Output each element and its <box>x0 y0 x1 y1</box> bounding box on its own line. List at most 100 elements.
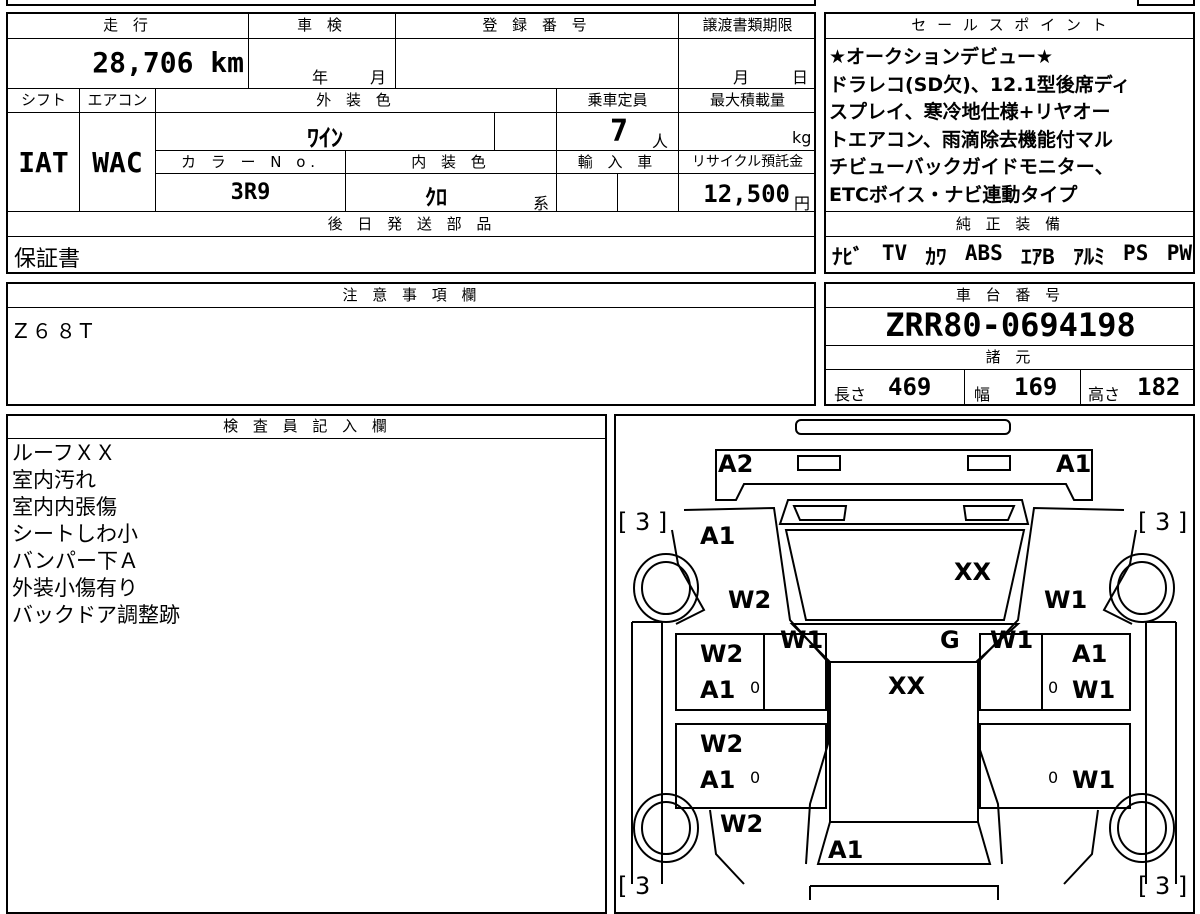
shaken-year-label: 年 <box>312 68 329 87</box>
mark-a1-left-rear-door: A1 <box>700 766 736 794</box>
sales-point-line: チビューバックガイドモニター、 <box>829 156 1114 178</box>
inspector-header: 検 査 員 記 入 欄 <box>223 417 392 435</box>
genuine-item: PW <box>1166 241 1192 265</box>
mark-w1-left-pillar: W1 <box>780 626 824 654</box>
color-no-value: 3R9 <box>230 180 271 205</box>
genuine-item: ｱﾙﾐ <box>1073 245 1105 269</box>
chassis-number: ZRR80-0694198 <box>885 306 1136 344</box>
sales-point-line: スプレイ、寒冷地仕様+リヤオー <box>829 101 1111 123</box>
mileage-value: 28,706 km <box>92 46 244 79</box>
headlight-right <box>967 455 1011 471</box>
mark-w2-left-rear-quarter: W2 <box>720 810 764 838</box>
genuine-item: TV <box>881 241 908 265</box>
max-load-header: 最大積載量 <box>709 91 785 109</box>
shift-value: IAT <box>18 146 69 179</box>
inspector-line: バックドア調整跡 <box>12 603 180 627</box>
rear-bumper-shape <box>809 885 999 900</box>
sales-point-line: トエアコン、雨滴除去機能付マル <box>829 128 1113 151</box>
genuine-equipment-list: ﾅﾋﾞ TV ｶﾜ ABS ｴｱB ｱﾙﾐ PS PW <box>832 241 1192 271</box>
genuine-equipment-header: 純 正 装 備 <box>955 215 1066 233</box>
mark-a2-front-left: A2 <box>718 450 754 478</box>
aircon-header: エアコン <box>87 91 148 109</box>
width-value: 169 <box>1014 373 1058 401</box>
capacity-header: 乗車定員 <box>587 91 648 109</box>
front-right-tire <box>1109 553 1175 623</box>
exterior-color-header: 外 装 色 <box>316 91 396 109</box>
inspector-line: ルーフＸＸ <box>12 441 116 465</box>
length-value: 469 <box>888 373 932 401</box>
recycle-header: リサイクル預託金 <box>691 154 804 170</box>
headlight-left <box>797 455 841 471</box>
inspector-notes: ルーフＸＸ 室内汚れ 室内内張傷 シートしわ小 バンパー下Ａ 外装小傷有り バッ… <box>12 440 180 629</box>
later-parts-header: 後 日 発 送 部 品 <box>327 215 497 233</box>
inspector-line: シートしわ小 <box>12 522 138 546</box>
mark-0-right-front-door: 0 <box>1048 678 1059 697</box>
height-value: 182 <box>1137 373 1181 401</box>
sales-point-line: ETCボイス・ナビ連動タイプ <box>829 183 1078 206</box>
interior-suffix: 系 <box>533 194 550 213</box>
sales-point-line: ドラレコ(SD欠)、12.1型後席ディ <box>829 73 1131 96</box>
recycle-value: 12,500 <box>703 180 790 208</box>
capacity-unit: 人 <box>652 132 669 151</box>
mileage-header: 走 行 <box>103 16 153 34</box>
height-label: 高さ <box>1088 385 1121 404</box>
genuine-item: ﾅﾋﾞ <box>832 245 864 269</box>
mark-a1-fl-fender: A1 <box>700 522 736 550</box>
length-label: 長さ <box>834 385 867 404</box>
inspector-line: バンパー下Ａ <box>12 549 140 573</box>
tire-rl-rating: [ 3 <box>618 872 651 900</box>
rear-left-door <box>675 723 827 809</box>
top-remnant-strip-right <box>1137 0 1195 6</box>
rear-left-tire <box>633 793 699 863</box>
capacity-value: 7 <box>610 114 629 149</box>
chassis-header: 車 台 番 号 <box>955 286 1066 304</box>
later-parts-value: 保証書 <box>14 247 81 272</box>
shift-header: シフト <box>20 91 66 109</box>
tire-rr-rating: [ 3 ] <box>1138 872 1188 900</box>
genuine-item: ｶﾜ <box>925 245 947 269</box>
registration-header: 登 録 番 号 <box>482 16 592 34</box>
genuine-item: ｴｱB <box>1021 245 1055 269</box>
specs-header: 諸 元 <box>985 348 1036 366</box>
import-header: 輸 入 車 <box>577 153 658 171</box>
inspector-line: 室内内張傷 <box>12 495 117 519</box>
tire-fr-rating: [ 3 ] <box>1138 508 1188 536</box>
mark-xx-hood: XX <box>954 558 992 586</box>
mark-0-right-rear-door: 0 <box>1048 768 1059 787</box>
interior-color-header: 内 装 色 <box>411 153 491 171</box>
width-label: 幅 <box>974 385 991 404</box>
deadline-month-label: 月 <box>733 68 750 87</box>
mark-w2-left-front-door: W2 <box>700 640 744 668</box>
deadline-header: 譲渡書類期限 <box>702 16 793 34</box>
sales-point-header: セ ー ル ス ポ イ ン ト <box>911 16 1110 34</box>
tire-fl-rating: [ 3 ] <box>618 508 668 536</box>
mark-a1-rear: A1 <box>828 836 864 864</box>
mark-a1-left-front-door: A1 <box>700 676 736 704</box>
mark-w2-fl-fender: W2 <box>728 586 772 614</box>
mark-w1-right-rear-door: W1 <box>1072 766 1116 794</box>
inspector-line: 外装小傷有り <box>12 576 138 600</box>
deadline-day-label: 日 <box>792 68 809 87</box>
exterior-color-value: ﾜｲﾝ <box>307 124 343 152</box>
genuine-item: ABS <box>964 241 1003 265</box>
recycle-unit: 円 <box>794 194 811 213</box>
shaken-month-label: 月 <box>370 68 387 87</box>
color-no-header: カ ラ ー N o. <box>181 153 320 171</box>
interior-color-value: ｸﾛ <box>424 186 447 211</box>
mark-xx-roof: XX <box>888 672 926 700</box>
notes-header: 注 意 事 項 欄 <box>342 286 482 304</box>
mark-a1-front-right: A1 <box>1056 450 1092 478</box>
shaken-header: 車 検 <box>297 16 347 34</box>
mark-w1-right-pillar: W1 <box>990 626 1034 654</box>
rear-right-tire <box>1109 793 1175 863</box>
sales-point-text: ★オークションデビュー★ ドラレコ(SD欠)、12.1型後席ディ スプレイ、寒冷… <box>829 44 1193 209</box>
front-bumper-shape <box>795 419 1011 435</box>
mark-0-left-front-door: 0 <box>750 678 761 697</box>
sales-point-line: ★オークションデビュー★ <box>829 46 1054 68</box>
mark-w1-right-front-door: W1 <box>1072 676 1116 704</box>
top-remnant-strip <box>6 0 816 6</box>
mark-0-left-rear-door: 0 <box>750 768 761 787</box>
mark-w1-fr-fender: W1 <box>1044 586 1088 614</box>
front-left-tire <box>633 553 699 623</box>
front-panel-shape <box>715 449 1093 501</box>
